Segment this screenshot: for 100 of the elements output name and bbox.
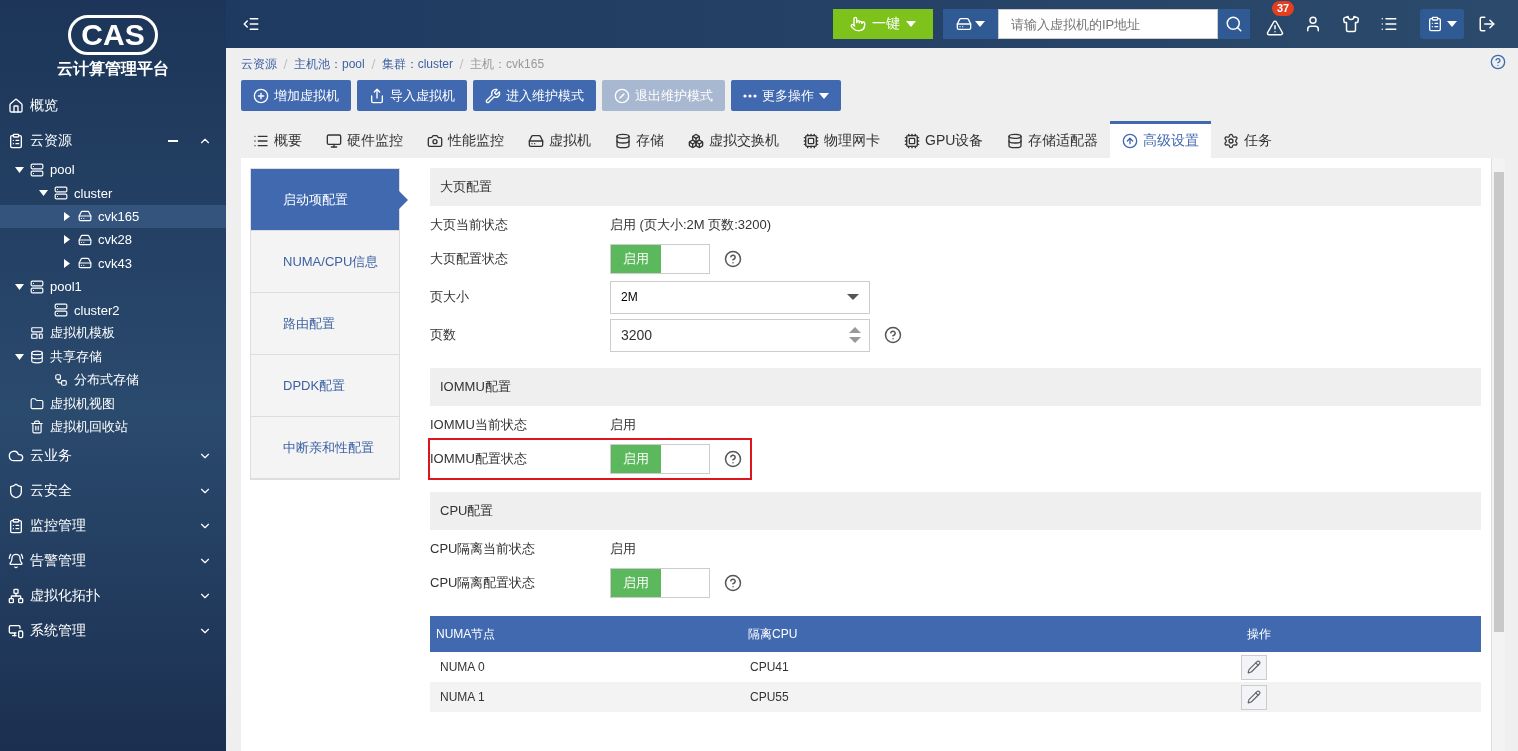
tab[interactable]: 存储适配器 <box>995 121 1111 158</box>
table-cell-text: NUMA 0 <box>439 660 486 674</box>
database-icon <box>615 133 631 149</box>
server-rack-icon <box>54 186 68 201</box>
bell-icon <box>8 553 24 570</box>
field-label: IOMMU配置状态 <box>430 450 528 468</box>
wrench-icon <box>485 87 501 104</box>
tab[interactable]: 虚拟机 <box>516 121 603 158</box>
tree-item[interactable]: cvk43 <box>0 251 226 275</box>
search-button[interactable] <box>1218 9 1250 39</box>
shirt-icon <box>1342 15 1360 33</box>
field-value: 启用 <box>610 540 636 558</box>
number-field[interactable]: 3200 <box>610 318 870 352</box>
nav-item[interactable]: 云资源 <box>0 123 226 158</box>
tree-item[interactable]: cluster2 <box>0 298 226 322</box>
edit-button[interactable] <box>1241 654 1267 680</box>
tree-item[interactable]: 虚拟机模板 <box>0 321 226 346</box>
menu-item[interactable]: 中断亲和性配置 <box>251 417 399 479</box>
column-header: 操作 <box>1246 625 1272 643</box>
tab[interactable]: 概要 <box>241 121 314 158</box>
action-button[interactable]: 进入维护模式 <box>473 80 596 111</box>
tab[interactable]: 虚拟交换机 <box>676 121 791 158</box>
scrollbar[interactable] <box>1491 158 1505 751</box>
column-header: NUMA节点 <box>435 625 497 643</box>
gear-icon <box>1223 133 1240 149</box>
table-cell-text: CPU55 <box>749 690 790 704</box>
search-icon <box>1225 15 1243 33</box>
nav-item[interactable]: 云业务 <box>0 438 226 474</box>
caret-down-icon <box>14 283 24 290</box>
tree-item[interactable]: cvk165 <box>0 204 226 229</box>
tab[interactable]: 存储 <box>603 121 676 158</box>
section-header: CPU配置 <box>430 492 1481 530</box>
vm-type-dropdown[interactable] <box>943 9 998 39</box>
tree-item[interactable]: 虚拟机视图 <box>0 391 226 416</box>
nav-item[interactable]: 系统管理 <box>0 613 226 649</box>
tree-item[interactable]: 共享存储 <box>0 345 226 369</box>
menu-collapse-icon <box>242 15 260 33</box>
field-label: IOMMU当前状态 <box>430 416 528 434</box>
field-label: CPU隔离配置状态 <box>430 574 537 592</box>
menu-item[interactable]: 路由配置 <box>251 293 399 355</box>
nav-item[interactable]: 监控管理 <box>0 508 226 544</box>
network-icon <box>8 588 24 605</box>
tab[interactable]: 硬件监控 <box>314 121 415 158</box>
webcam-icon <box>427 133 443 149</box>
field-value: 启用 <box>610 416 636 434</box>
action-button[interactable]: 增加虚拟机 <box>241 80 351 111</box>
server-rack-icon <box>54 303 68 318</box>
nav-item[interactable]: 虚拟化拓扑 <box>0 578 226 614</box>
home-icon <box>8 97 24 114</box>
monitor-icon <box>326 133 342 149</box>
plus-circle-icon <box>253 87 269 104</box>
caret-right-icon <box>64 211 70 221</box>
search-field[interactable]: 请输入虚拟机的IP地址 <box>998 9 1218 39</box>
storage-icon <box>30 349 44 364</box>
menu-item[interactable]: 启动项配置 <box>251 169 399 231</box>
logo: CAS <box>68 14 158 55</box>
caret-down-icon <box>819 92 829 99</box>
monitor-icon <box>8 623 24 640</box>
nav-item[interactable]: 云安全 <box>0 473 226 509</box>
pointer-arrow-icon <box>399 191 408 209</box>
tab[interactable]: GPU设备 <box>892 121 996 158</box>
pointer-icon <box>850 16 866 32</box>
breadcrumb-separator <box>459 59 465 69</box>
upload-circle-icon <box>1122 133 1139 149</box>
tree-item[interactable]: cvk28 <box>0 228 226 252</box>
action-button[interactable]: 更多操作 <box>731 80 841 111</box>
view-dropdown[interactable] <box>1420 9 1464 39</box>
edit-button[interactable] <box>1241 684 1267 710</box>
tree-item[interactable]: 虚拟机回收站 <box>0 415 226 439</box>
help-icon <box>884 326 902 344</box>
warning-icon <box>1266 19 1284 37</box>
clipboard-icon <box>8 518 24 535</box>
app-title: 云计算管理平台 <box>57 58 169 79</box>
tab[interactable]: 性能监控 <box>415 121 516 158</box>
help-icon <box>1490 54 1506 70</box>
tab[interactable]: 物理网卡 <box>791 121 892 158</box>
nav-item[interactable]: 告警管理 <box>0 543 226 579</box>
tab[interactable]: 高级设置 <box>1110 121 1212 158</box>
tree-item[interactable]: pool <box>0 158 226 182</box>
breadcrumb-link[interactable]: 集群：cluster <box>381 55 454 73</box>
select-field[interactable]: 2M <box>610 280 870 314</box>
breadcrumb-separator <box>283 59 288 69</box>
user-icon <box>1304 15 1322 33</box>
list-icon <box>253 133 269 149</box>
alert-count-badge: 37 <box>1272 1 1295 16</box>
tab[interactable]: 任务 <box>1211 121 1285 158</box>
breadcrumb-link[interactable]: 主机池：pool <box>294 55 365 73</box>
logout-icon <box>1478 15 1496 33</box>
breadcrumb-link[interactable]: 云资源 <box>241 55 277 73</box>
breadcrumb-separator <box>370 59 376 69</box>
menu-item[interactable]: NUMA/CPU信息 <box>251 231 399 293</box>
menu-item[interactable]: DPDK配置 <box>251 355 399 417</box>
nav-item[interactable]: 概览 <box>0 88 226 123</box>
tree-item[interactable]: 分布式存储 <box>0 368 226 392</box>
caret-down-icon <box>14 353 24 360</box>
caret-down-icon <box>38 190 48 197</box>
action-button[interactable]: 导入虚拟机 <box>357 80 467 111</box>
list-icon <box>1380 15 1398 33</box>
tree-item[interactable]: pool1 <box>0 274 226 299</box>
tree-item[interactable]: cluster <box>0 181 226 205</box>
